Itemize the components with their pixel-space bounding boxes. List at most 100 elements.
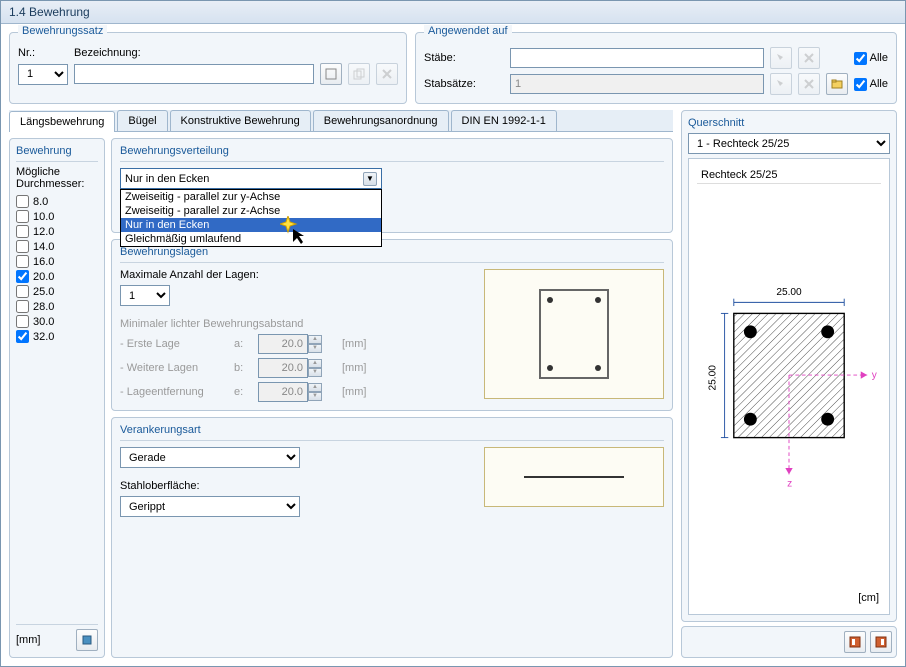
tab-buegel[interactable]: Bügel — [117, 110, 167, 131]
lagen-row: - Weitere Lagen b: ▲▼ [mm] — [120, 358, 484, 378]
tool-icon-2[interactable] — [870, 631, 892, 653]
input-spin — [258, 334, 308, 354]
select-querschnitt[interactable]: 1 - Rechteck 25/25 — [688, 133, 890, 154]
tool-icon-1[interactable] — [844, 631, 866, 653]
svg-text:z: z — [787, 478, 792, 489]
checkbox-alle-staebe[interactable] — [854, 52, 867, 65]
spin-down-icon: ▼ — [308, 392, 322, 401]
input-stabsaetze — [510, 74, 764, 94]
diameter-item[interactable]: 28.0 — [16, 299, 98, 314]
diameter-value: 16.0 — [33, 256, 54, 268]
diameter-item[interactable]: 32.0 — [16, 329, 98, 344]
tab-konstruktive[interactable]: Konstruktive Bewehrung — [170, 110, 311, 131]
option[interactable]: Zweiseitig - parallel zur z-Achse — [121, 204, 381, 218]
option[interactable]: Gleichmäßig umlaufend — [121, 232, 381, 246]
sidebar-title: Bewehrung — [16, 145, 98, 162]
dropdown-verteilung[interactable]: Zweiseitig - parallel zur y-Achse Zweise… — [120, 189, 382, 247]
delete-icon — [798, 73, 820, 95]
tab-bar: Längsbewehrung Bügel Konstruktive Bewehr… — [9, 110, 673, 132]
settings-icon[interactable] — [76, 629, 98, 651]
diameter-item[interactable]: 16.0 — [16, 254, 98, 269]
label-durchmesser: Mögliche Durchmesser: — [16, 166, 98, 190]
diameter-item[interactable]: 8.0 — [16, 194, 98, 209]
tab-din[interactable]: DIN EN 1992-1-1 — [451, 110, 557, 131]
unit: [mm] — [342, 362, 372, 374]
checkbox-diameter[interactable] — [16, 315, 29, 328]
window-title: 1.4 Bewehrung — [1, 1, 905, 24]
diameter-item[interactable]: 14.0 — [16, 239, 98, 254]
svg-text:25.00: 25.00 — [776, 287, 802, 298]
checkbox-diameter[interactable] — [16, 300, 29, 313]
input-bezeichnung[interactable] — [74, 64, 314, 84]
querschnitt-label: Rechteck 25/25 — [697, 167, 881, 184]
folder-icon[interactable] — [826, 73, 848, 95]
checkbox-alle-stabsaetze[interactable] — [854, 78, 867, 91]
diameter-item[interactable]: 25.0 — [16, 284, 98, 299]
diameter-value: 12.0 — [33, 226, 54, 238]
lagen-row: - Erste Lagea:▲▼[mm] — [120, 334, 484, 354]
unit: [mm] — [342, 386, 372, 398]
diameter-value: 30.0 — [33, 316, 54, 328]
input-spin — [258, 382, 308, 402]
checkbox-diameter[interactable] — [16, 330, 29, 343]
diameter-value: 25.0 — [33, 286, 54, 298]
diameter-item[interactable]: 12.0 — [16, 224, 98, 239]
select-verankerungsart[interactable]: Gerade — [120, 447, 300, 468]
row-label: - Lageentfernung — [120, 386, 230, 398]
label-oberflaeche: Stahloberfläche: — [120, 480, 484, 492]
lagen-row: - Lageentfernung e: ▲▼ [mm] — [120, 382, 484, 402]
unit: [mm] — [342, 338, 372, 350]
option[interactable]: Zweiseitig - parallel zur y-Achse — [121, 190, 381, 204]
svg-text:y: y — [872, 370, 878, 381]
diameter-item[interactable]: 30.0 — [16, 314, 98, 329]
svg-text:25.00: 25.00 — [707, 365, 718, 391]
checkbox-diameter[interactable] — [16, 210, 29, 223]
label-alle: Alle — [870, 78, 888, 90]
checkbox-diameter[interactable] — [16, 225, 29, 238]
checkbox-diameter[interactable] — [16, 270, 29, 283]
diameter-item[interactable]: 10.0 — [16, 209, 98, 224]
spin-up-icon: ▲ — [308, 383, 322, 392]
spin-down-icon: ▼ — [308, 368, 322, 377]
select-oberflaeche[interactable]: Gerippt — [120, 496, 300, 517]
diameter-item[interactable]: 20.0 — [16, 269, 98, 284]
delete-icon — [376, 63, 398, 85]
fieldset-lagen: Bewehrungslagen Maximale Anzahl der Lage… — [111, 239, 673, 411]
checkbox-diameter[interactable] — [16, 285, 29, 298]
unit-mm: [mm] — [16, 634, 40, 646]
diameter-value: 20.0 — [33, 271, 54, 283]
tab-laengsbewehrung[interactable]: Längsbewehrung — [9, 111, 115, 132]
row-label: - Erste Lage — [120, 338, 230, 350]
diameter-value: 10.0 — [33, 211, 54, 223]
label-alle: Alle — [870, 52, 888, 64]
option-selected[interactable]: Nur in den Ecken — [121, 218, 381, 232]
label-bezeichnung: Bezeichnung: — [74, 47, 141, 59]
diameter-value: 28.0 — [33, 301, 54, 313]
fieldset-bewehrungssatz: Bewehrungssatz Nr.: Bezeichnung: 1 — [9, 32, 407, 104]
diameter-value: 32.0 — [33, 331, 54, 343]
chevron-down-icon: ▼ — [363, 172, 377, 186]
checkbox-diameter[interactable] — [16, 255, 29, 268]
tab-anordnung[interactable]: Bewehrungsanordnung — [313, 110, 449, 131]
label-nr: Nr.: — [18, 47, 68, 59]
fieldset-angewendet: Angewendet auf Stäbe: Alle Stabsätze: Al… — [415, 32, 897, 104]
input-staebe[interactable] — [510, 48, 764, 68]
preview-lagen — [484, 269, 664, 399]
new-icon[interactable] — [320, 63, 342, 85]
row-symbol: e: — [234, 386, 254, 398]
fieldset-verankerung: Verankerungsart Gerade Stahloberfläche: … — [111, 417, 673, 658]
spin-up-icon: ▲ — [308, 359, 322, 368]
select-max-lagen[interactable]: 1 — [120, 285, 170, 306]
preview-verankerung — [484, 447, 664, 507]
checkbox-diameter[interactable] — [16, 195, 29, 208]
unit-cm: [cm] — [697, 590, 881, 606]
select-verteilung[interactable]: Nur in den Ecken ▼ — [120, 168, 382, 189]
delete-icon — [798, 47, 820, 69]
row-symbol: b: — [234, 362, 254, 374]
panel-querschnitt: Querschnitt 1 - Rechteck 25/25 Rechteck … — [681, 110, 897, 622]
copy-icon — [348, 63, 370, 85]
row-symbol: a: — [234, 338, 254, 350]
checkbox-diameter[interactable] — [16, 240, 29, 253]
row-label: - Weitere Lagen — [120, 362, 230, 374]
select-nr[interactable]: 1 — [18, 64, 68, 85]
